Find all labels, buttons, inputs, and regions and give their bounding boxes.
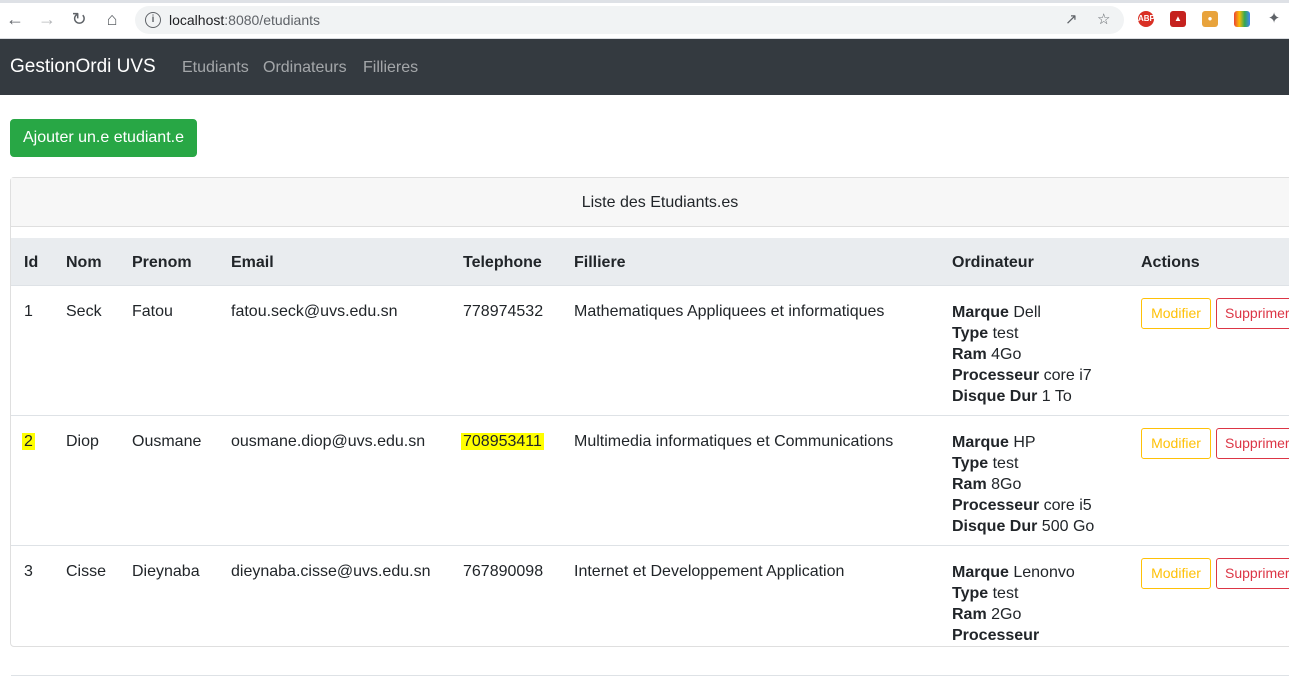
url-path: :8080/etudiants [224, 12, 321, 28]
modify-button[interactable]: Modifier [1141, 558, 1211, 589]
label-marque: Marque [952, 304, 1009, 321]
home-icon[interactable]: ⌂ [103, 10, 121, 28]
card-title: Liste des Etudiants.es [11, 178, 1289, 227]
cell-prenom: Fatou [132, 303, 173, 320]
label-ram: Ram [952, 606, 987, 623]
url-text[interactable]: localhost:8080/etudiants [169, 12, 320, 28]
value-marque: Lenonvo [1013, 564, 1075, 581]
label-processeur: Processeur [952, 367, 1040, 384]
url-host: localhost [169, 12, 225, 28]
site-info-icon[interactable]: i [145, 12, 161, 28]
value-marque: Dell [1013, 304, 1041, 321]
table-header: Id Nom Prenom Email Telephone Filliere O… [11, 238, 1289, 286]
cell-prenom: Ousmane [132, 433, 202, 450]
cell-id: 1 [24, 303, 33, 320]
cell-id: 3 [24, 563, 33, 580]
label-type: Type [952, 585, 989, 602]
header-nom: Nom [66, 254, 102, 271]
value-marque: HP [1013, 434, 1036, 451]
label-ram: Ram [952, 476, 987, 493]
header-telephone: Telephone [463, 254, 542, 271]
extensions-puzzle-icon[interactable]: ✦ [1266, 11, 1282, 27]
label-type: Type [952, 455, 989, 472]
value-type: test [992, 455, 1019, 472]
label-ram: Ram [952, 346, 987, 363]
label-processeur: Processeur [952, 627, 1040, 644]
cell-ordinateur: Marque Lenonvo Type test Ram 2Go Process… [952, 562, 1075, 646]
adblock-extension-icon[interactable]: ABP [1138, 11, 1155, 27]
header-ordinateur: Ordinateur [952, 254, 1034, 271]
nav-link-ordinateurs[interactable]: Ordinateurs [263, 58, 347, 78]
label-marque: Marque [952, 434, 1009, 451]
label-marque: Marque [952, 564, 1009, 581]
nav-link-etudiants[interactable]: Etudiants [182, 58, 249, 78]
value-type: test [992, 325, 1019, 342]
back-arrow-icon[interactable]: ← [6, 10, 24, 28]
cell-ordinateur: Marque HP Type test Ram 8Go Processeur c… [952, 432, 1094, 537]
table-row: 2 Diop Ousmane ousmane.diop@uvs.edu.sn 7… [11, 416, 1289, 546]
delete-button[interactable]: Supprimer [1216, 298, 1289, 329]
header-email: Email [231, 254, 274, 271]
cell-email: fatou.seck@uvs.edu.sn [231, 303, 398, 320]
label-disque: Disque Dur [952, 388, 1038, 405]
app-navbar: GestionOrdi UVS Etudiants Ordinateurs Fi… [0, 39, 1289, 95]
cell-email: ousmane.diop@uvs.edu.sn [231, 433, 426, 450]
value-processeur: core i5 [1043, 497, 1092, 514]
header-prenom: Prenom [132, 254, 192, 271]
value-processeur: core i7 [1043, 367, 1092, 384]
label-processeur: Processeur [952, 497, 1040, 514]
browser-toolbar: ← → ↻ ⌂ i localhost:8080/etudiants ↗ ☆ A… [0, 0, 1289, 39]
header-actions: Actions [1141, 254, 1200, 271]
cell-telephone: 778974532 [463, 303, 544, 320]
cell-filliere: Internet et Developpement Application [574, 563, 845, 580]
cell-id: 2 [22, 432, 35, 452]
reload-icon[interactable]: ↻ [70, 10, 88, 28]
value-ram: 4Go [991, 346, 1022, 363]
color-extension-icon[interactable] [1234, 11, 1250, 27]
value-ram: 2Go [991, 606, 1022, 623]
bookmark-star-icon[interactable]: ☆ [1097, 12, 1110, 28]
header-id: Id [24, 254, 39, 271]
modify-button[interactable]: Modifier [1141, 428, 1211, 459]
forward-arrow-icon[interactable]: → [38, 10, 56, 28]
table-row: 3 Cisse Dieynaba dieynaba.cisse@uvs.edu.… [11, 546, 1289, 676]
highlighted-id: 2 [22, 433, 35, 450]
value-disque: 1 To [1041, 388, 1072, 405]
cell-ordinateur: Marque Dell Type test Ram 4Go Processeur… [952, 302, 1092, 407]
cell-nom: Seck [66, 303, 102, 320]
cell-telephone: 767890098 [463, 563, 544, 580]
cell-email: dieynaba.cisse@uvs.edu.sn [231, 563, 431, 580]
cell-filliere: Mathematiques Appliquees et informatique… [574, 303, 885, 320]
address-bar[interactable]: i localhost:8080/etudiants ↗ ☆ [135, 6, 1124, 34]
value-disque: 500 Go [1041, 518, 1095, 535]
header-filliere: Filliere [574, 254, 626, 271]
nav-link-fillieres[interactable]: Fillieres [363, 58, 418, 78]
cell-filliere: Multimedia informatiques et Communicatio… [574, 433, 894, 450]
pdf-extension-icon[interactable]: ▲ [1170, 11, 1186, 27]
highlighted-telephone: 708953411 [461, 433, 544, 450]
delete-button[interactable]: Supprimer [1216, 428, 1289, 459]
delete-button[interactable]: Supprimer [1216, 558, 1289, 589]
table-row: 1 Seck Fatou fatou.seck@uvs.edu.sn 77897… [11, 286, 1289, 416]
students-card: Liste des Etudiants.es Id Nom Prenom Ema… [10, 177, 1289, 676]
value-type: test [992, 585, 1019, 602]
tab-strip-edge [0, 0, 1289, 3]
add-student-button[interactable]: Ajouter un.e etudiant.e [10, 119, 197, 157]
label-type: Type [952, 325, 989, 342]
modify-button[interactable]: Modifier [1141, 298, 1211, 329]
navbar-brand[interactable]: GestionOrdi UVS [10, 55, 156, 79]
share-icon[interactable]: ↗ [1065, 12, 1078, 28]
cell-prenom: Dieynaba [132, 563, 200, 580]
translate-extension-icon[interactable]: ● [1202, 11, 1218, 27]
value-ram: 8Go [991, 476, 1022, 493]
cell-nom: Cisse [66, 563, 107, 580]
cell-nom: Diop [66, 433, 99, 450]
label-disque: Disque Dur [952, 518, 1038, 535]
cell-telephone: 708953411 [461, 432, 544, 452]
